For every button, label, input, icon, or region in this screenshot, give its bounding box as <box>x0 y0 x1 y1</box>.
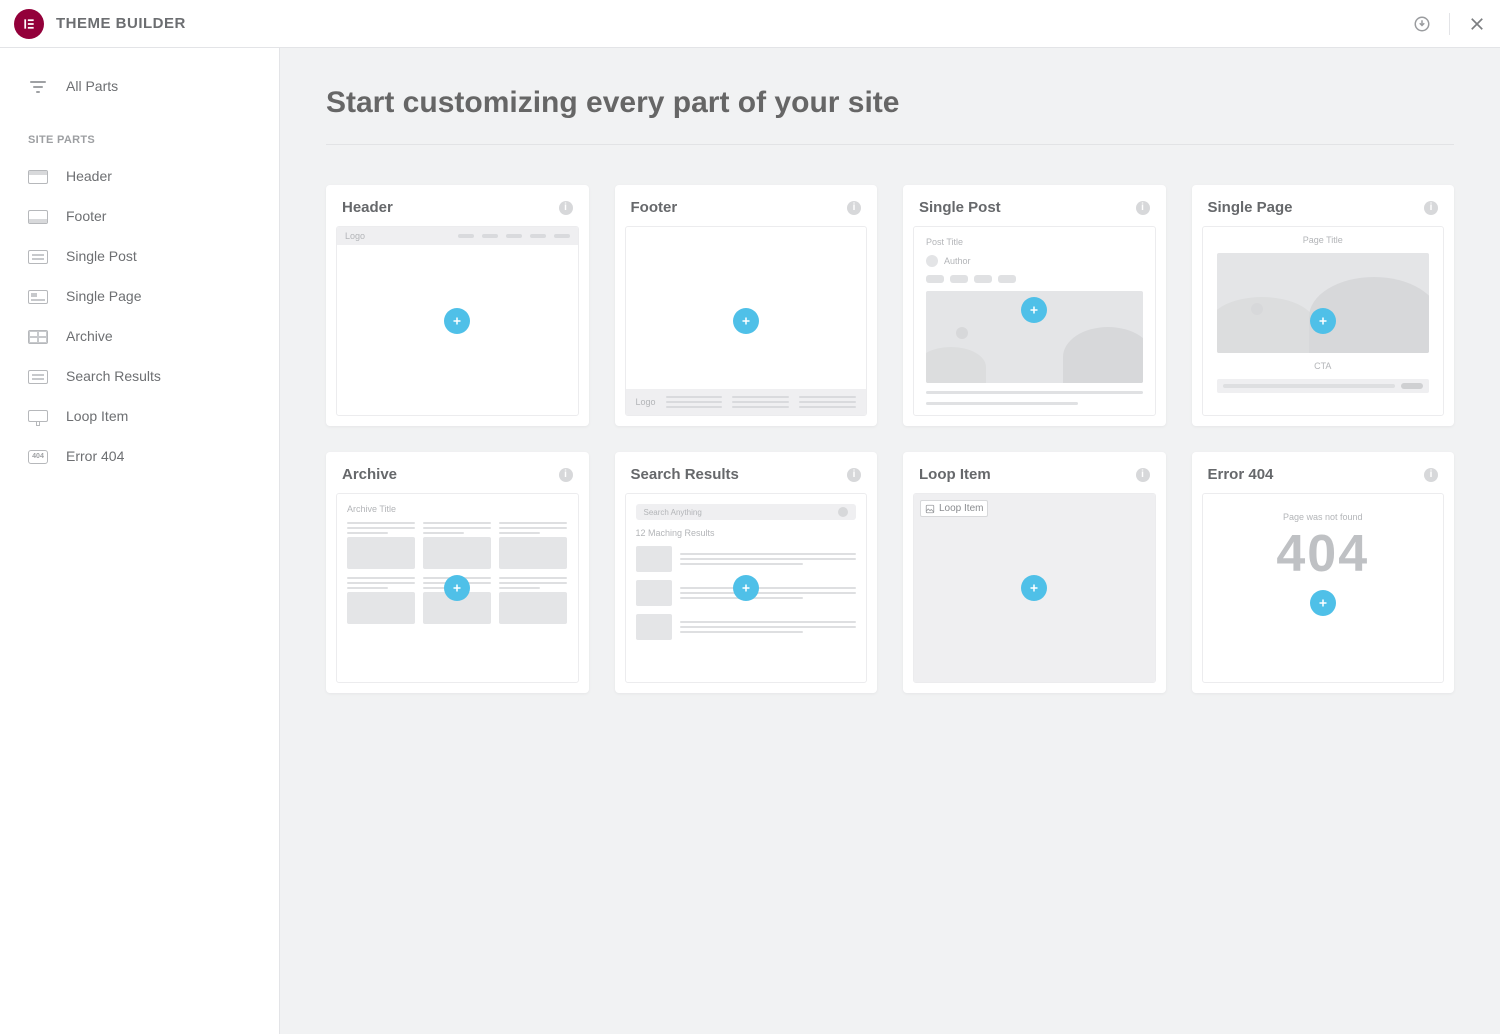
sidebar-item-single-post[interactable]: Single Post <box>0 236 279 276</box>
add-header-button[interactable] <box>444 308 470 334</box>
page-icon <box>28 290 48 304</box>
cards-grid: Header i Logo <box>326 185 1454 693</box>
card-preview: Archive Title <box>336 493 579 683</box>
post-title-label: Post Title <box>926 237 1143 247</box>
sidebar-item-label: Single Page <box>66 288 142 304</box>
card-title: Loop Item <box>919 466 991 483</box>
card-preview: Loop Item <box>913 493 1156 683</box>
filter-icon <box>28 78 48 94</box>
sidebar-item-single-page[interactable]: Single Page <box>0 276 279 316</box>
card-preview: Post Title Author <box>913 226 1156 416</box>
card-title: Single Post <box>919 199 1001 216</box>
sidebar-item-archive[interactable]: Archive <box>0 316 279 356</box>
search-results-icon <box>28 370 48 384</box>
error-icon: 404 <box>28 450 48 464</box>
archive-title-label: Archive Title <box>347 504 568 514</box>
card-single-post: Single Post i Post Title Author <box>903 185 1166 426</box>
sidebar-all-parts[interactable]: All Parts <box>0 66 279 106</box>
card-title: Footer <box>631 199 678 216</box>
header-icon <box>28 170 48 184</box>
card-footer: Footer i Logo <box>615 185 878 426</box>
sidebar-item-label: Archive <box>66 328 113 344</box>
logo-label: Logo <box>636 397 656 407</box>
sidebar-item-header[interactable]: Header <box>0 156 279 196</box>
add-loop-item-button[interactable] <box>1021 575 1047 601</box>
loop-icon <box>28 410 48 422</box>
logo-label: Logo <box>345 231 365 241</box>
add-error-404-button[interactable] <box>1310 590 1336 616</box>
sidebar-item-error-404[interactable]: 404 Error 404 <box>0 436 279 476</box>
card-title: Single Page <box>1208 199 1293 216</box>
search-results-count: 12 Maching Results <box>636 528 857 538</box>
card-title: Search Results <box>631 466 739 483</box>
sidebar-item-label: Header <box>66 168 112 184</box>
add-footer-button[interactable] <box>733 308 759 334</box>
download-icon[interactable] <box>1413 15 1431 33</box>
add-search-results-button[interactable] <box>733 575 759 601</box>
card-title: Error 404 <box>1208 466 1274 483</box>
info-icon[interactable]: i <box>1136 201 1150 215</box>
cta-label: CTA <box>1314 361 1331 371</box>
sidebar-item-label: Single Post <box>66 248 137 264</box>
card-search-results: Search Results i Search Anything 12 Mach… <box>615 452 878 693</box>
info-icon[interactable]: i <box>847 468 861 482</box>
page-title-label: Page Title <box>1303 235 1343 245</box>
card-single-page: Single Page i Page Title CTA <box>1192 185 1455 426</box>
sidebar-item-label: All Parts <box>66 78 118 94</box>
sidebar: All Parts SITE PARTS Header Footer Singl… <box>0 48 280 1034</box>
sidebar-section-label: SITE PARTS <box>0 106 279 156</box>
elementor-logo-icon <box>14 9 44 39</box>
page-heading: Start customizing every part of your sit… <box>326 86 1454 145</box>
card-loop-item: Loop Item i Loop Item <box>903 452 1166 693</box>
card-preview: Page Title CTA <box>1202 226 1445 416</box>
card-preview: Search Anything 12 Maching Results <box>625 493 868 683</box>
close-icon[interactable] <box>1468 15 1486 33</box>
search-placeholder: Search Anything <box>644 508 702 517</box>
search-icon <box>838 507 848 517</box>
post-icon <box>28 250 48 264</box>
add-archive-button[interactable] <box>444 575 470 601</box>
sidebar-item-label: Footer <box>66 208 106 224</box>
card-error-404: Error 404 i Page was not found 404 <box>1192 452 1455 693</box>
top-actions <box>1413 13 1486 35</box>
footer-icon <box>28 210 48 224</box>
add-single-post-button[interactable] <box>1021 297 1047 323</box>
sidebar-item-loop-item[interactable]: Loop Item <box>0 396 279 436</box>
sidebar-item-label: Loop Item <box>66 408 128 424</box>
card-title: Header <box>342 199 393 216</box>
not-found-code: 404 <box>1276 528 1369 580</box>
topbar: THEME BUILDER <box>0 0 1500 48</box>
info-icon[interactable]: i <box>1424 468 1438 482</box>
app-title: THEME BUILDER <box>56 15 186 32</box>
main: Start customizing every part of your sit… <box>280 48 1500 1034</box>
info-icon[interactable]: i <box>559 201 573 215</box>
card-preview: Logo <box>625 226 868 416</box>
info-icon[interactable]: i <box>847 201 861 215</box>
loop-alt-text: Loop Item <box>939 503 983 514</box>
sidebar-item-label: Search Results <box>66 368 161 384</box>
info-icon[interactable]: i <box>1136 468 1150 482</box>
add-single-page-button[interactable] <box>1310 308 1336 334</box>
not-found-label: Page was not found <box>1283 512 1363 522</box>
card-preview: Page was not found 404 <box>1202 493 1445 683</box>
card-archive: Archive i Archive Title <box>326 452 589 693</box>
card-header: Header i Logo <box>326 185 589 426</box>
brand: THEME BUILDER <box>14 9 186 39</box>
card-title: Archive <box>342 466 397 483</box>
sidebar-item-label: Error 404 <box>66 448 124 464</box>
sidebar-item-footer[interactable]: Footer <box>0 196 279 236</box>
info-icon[interactable]: i <box>559 468 573 482</box>
info-icon[interactable]: i <box>1424 201 1438 215</box>
sidebar-item-search-results[interactable]: Search Results <box>0 356 279 396</box>
broken-image-icon: Loop Item <box>920 500 988 517</box>
divider <box>1449 13 1450 35</box>
archive-icon <box>28 330 48 344</box>
author-label: Author <box>944 256 971 266</box>
card-preview: Logo <box>336 226 579 416</box>
